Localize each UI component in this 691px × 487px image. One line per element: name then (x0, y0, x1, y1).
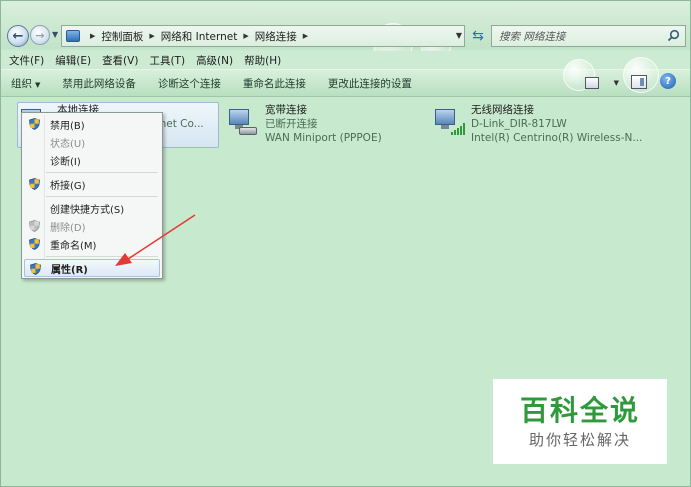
rename-connection-button[interactable]: 重命名此连接 (243, 76, 306, 91)
menu-label: 桥接(G) (50, 180, 86, 192)
preview-pane-button[interactable] (631, 75, 647, 89)
organize-button[interactable]: 组织 ▼ (11, 76, 40, 91)
uac-shield-icon (29, 178, 40, 190)
menu-tools[interactable]: 工具(T) (149, 53, 185, 68)
chevron-down-icon: ▼ (35, 80, 41, 89)
watermark: 百科全说 助你轻松解决 (493, 379, 667, 464)
menu-item-properties[interactable]: 属性(R) (24, 259, 160, 277)
wireless-signal-icon (433, 107, 465, 137)
connection-status: D-Link_DIR-817LW (471, 118, 567, 130)
chevron-right-icon[interactable]: ▶ (90, 32, 95, 40)
organize-label: 组织 (11, 77, 32, 90)
menu-view[interactable]: 查看(V) (102, 53, 138, 68)
menu-label: 状态(U) (50, 138, 86, 150)
broadband-modem-icon (227, 107, 257, 137)
search-icon[interactable] (667, 29, 680, 42)
menu-label: 禁用(B) (50, 120, 85, 132)
menu-label: 删除(D) (50, 222, 86, 234)
menu-separator (46, 172, 158, 173)
refresh-icon: ⇆ (472, 28, 484, 44)
breadcrumb[interactable]: ▶ 控制面板 ▶ 网络和 Internet ▶ 网络连接 ▶ ▼ (61, 25, 465, 47)
connection-name: 宽带连接 (265, 104, 307, 116)
back-arrow-icon: ← (12, 28, 24, 44)
watermark-subtitle: 助你轻松解决 (528, 430, 631, 449)
menu-item-bridge[interactable]: 桥接(G) (24, 175, 160, 193)
search-input[interactable]: 搜索 网络连接 (491, 25, 686, 47)
menu-edit[interactable]: 编辑(E) (55, 53, 91, 68)
menu-label: 属性(R) (51, 264, 88, 276)
menu-item-status[interactable]: 状态(U) (24, 133, 160, 151)
menu-item-rename[interactable]: 重命名(M) (24, 235, 160, 253)
breadcrumb-network-internet[interactable]: 网络和 Internet (161, 29, 238, 44)
menu-separator (46, 256, 158, 257)
uac-shield-icon (30, 263, 41, 275)
disable-device-button[interactable]: 禁用此网络设备 (62, 76, 136, 91)
control-panel-icon (66, 30, 80, 42)
menu-separator (46, 196, 158, 197)
menu-label: 诊断(I) (50, 156, 81, 168)
breadcrumb-control-panel[interactable]: 控制面板 (101, 29, 143, 44)
back-button[interactable]: ← (7, 25, 29, 47)
menu-file[interactable]: 文件(F) (9, 53, 44, 68)
forward-arrow-icon: → (35, 28, 45, 42)
forward-button[interactable]: → (30, 25, 50, 45)
menu-help[interactable]: 帮助(H) (244, 53, 281, 68)
change-settings-button[interactable]: 更改此连接的设置 (328, 76, 412, 91)
menu-label: 创建快捷方式(S) (50, 204, 125, 216)
connection-item-broadband[interactable]: 宽带连接 已断开连接 WAN Miniport (PPPOE) (227, 103, 427, 145)
connection-name: 无线网络连接 (471, 104, 534, 116)
chevron-right-icon[interactable]: ▶ (303, 32, 308, 40)
network-connections-window: ← → ▼ ▶ 控制面板 ▶ 网络和 Internet ▶ 网络连接 ▶ ▼ ⇆… (0, 0, 691, 487)
menu-item-delete[interactable]: 删除(D) (24, 217, 160, 235)
diagnose-connection-button[interactable]: 诊断这个连接 (158, 76, 221, 91)
chevron-down-icon[interactable]: ▼ (456, 31, 462, 40)
chevron-right-icon[interactable]: ▶ (149, 32, 154, 40)
recent-pages-dropdown[interactable]: ▼ (52, 30, 58, 39)
search-placeholder: 搜索 网络连接 (499, 30, 566, 43)
connection-item-wireless[interactable]: 无线网络连接 D-Link_DIR-817LW Intel(R) Centrin… (433, 103, 653, 145)
refresh-button[interactable]: ⇆ (467, 25, 489, 47)
chevron-right-icon[interactable]: ▶ (243, 32, 248, 40)
menu-item-create-shortcut[interactable]: 创建快捷方式(S) (24, 199, 160, 217)
uac-shield-icon (29, 238, 40, 250)
uac-shield-icon (29, 220, 40, 232)
connection-device: WAN Miniport (PPPOE) (265, 132, 382, 144)
change-view-button[interactable]: ▼ (585, 75, 619, 91)
menu-item-disable[interactable]: 禁用(B) (24, 115, 160, 133)
connection-device: Intel(R) Centrino(R) Wireless-N... (471, 132, 643, 144)
chevron-down-icon: ▼ (613, 79, 619, 87)
menu-item-diagnose[interactable]: 诊断(I) (24, 151, 160, 169)
help-icon[interactable]: ? (660, 73, 676, 89)
uac-shield-icon (29, 118, 40, 130)
menu-label: 重命名(M) (50, 240, 97, 252)
context-menu: 禁用(B) 状态(U) 诊断(I) 桥接(G) 创建快捷方式(S) 删除(D) (21, 112, 163, 279)
connection-status: 已断开连接 (265, 118, 318, 130)
watermark-title: 百科全说 (519, 393, 640, 427)
menu-advanced[interactable]: 高级(N) (196, 53, 233, 68)
address-row: ← → ▼ ▶ 控制面板 ▶ 网络和 Internet ▶ 网络连接 ▶ ▼ ⇆… (1, 1, 690, 63)
view-icon (585, 77, 599, 89)
breadcrumb-network-connections[interactable]: 网络连接 (255, 29, 297, 44)
